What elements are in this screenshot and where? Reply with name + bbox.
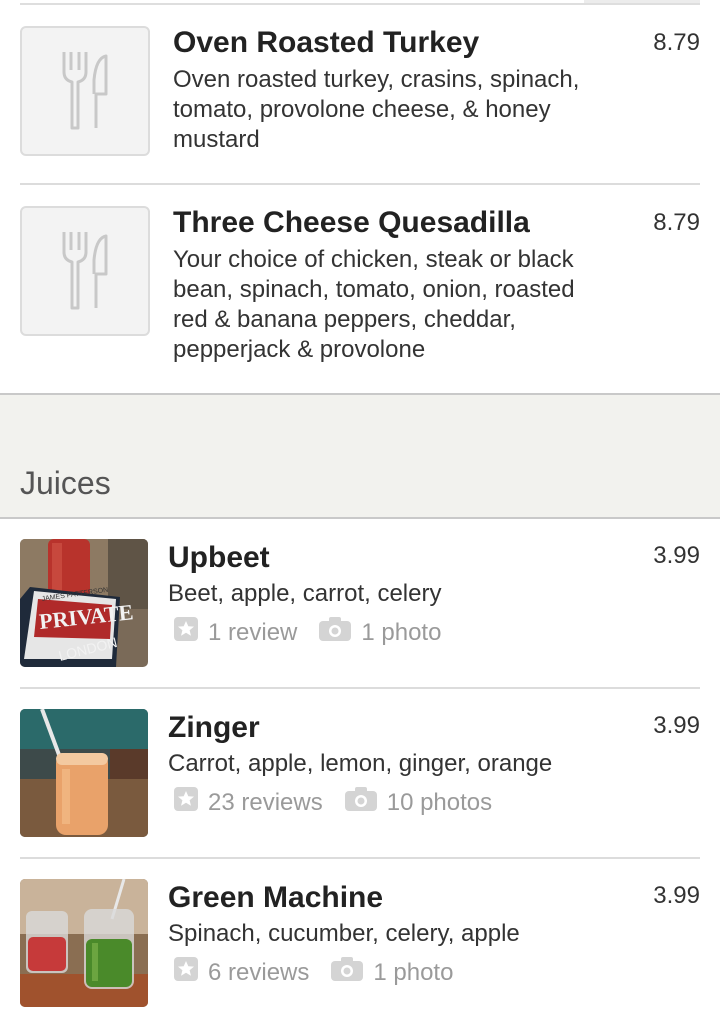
- upbeet-photo-image: JAMES PATTERSON PRIVATE LONDON: [20, 539, 148, 667]
- item-name: Upbeet: [168, 541, 270, 574]
- menu-item-oven-roasted-turkey[interactable]: Oven Roasted Turkey 8.79 Oven roasted tu…: [0, 0, 720, 185]
- photo-count[interactable]: 1 photo: [373, 959, 453, 987]
- description-line: tomato, provolone cheese, & honey: [173, 96, 551, 123]
- description-line: red & banana peppers, cheddar,: [173, 306, 516, 333]
- description-line: Your choice of chicken, steak or black: [173, 246, 574, 273]
- item-name: Zinger: [168, 711, 260, 744]
- item-thumbnail-placeholder: [20, 206, 150, 336]
- review-count[interactable]: 23 reviews: [208, 789, 323, 817]
- item-meta: 1 review 1 photo: [174, 617, 441, 648]
- camera-icon: [319, 617, 352, 648]
- photo-count[interactable]: 1 photo: [361, 619, 441, 647]
- star-icon: [174, 957, 198, 988]
- menu-item-zinger[interactable]: Zinger 3.99 Carrot, apple, lemon, ginger…: [0, 689, 720, 857]
- item-price: 8.79: [653, 209, 700, 236]
- description-line: bean, spinach, tomato, onion, roasted: [173, 276, 575, 303]
- item-thumbnail-placeholder: [20, 26, 150, 156]
- item-price: 3.99: [653, 542, 700, 569]
- item-photo[interactable]: [20, 709, 148, 837]
- item-name: Three Cheese Quesadilla: [173, 206, 530, 239]
- menu-item-green-machine[interactable]: Green Machine 3.99 Spinach, cucumber, ce…: [0, 859, 720, 1014]
- description-line: mustard: [173, 126, 260, 153]
- menu-item-upbeet[interactable]: JAMES PATTERSON PRIVATE LONDON Upbeet 3.…: [0, 519, 720, 687]
- description-line: Oven roasted turkey, crasins, spinach,: [173, 66, 580, 93]
- review-count[interactable]: 1 review: [208, 619, 297, 647]
- description-line: pepperjack & provolone: [173, 336, 426, 363]
- item-meta: 23 reviews 10 photos: [174, 787, 492, 818]
- review-count[interactable]: 6 reviews: [208, 959, 309, 987]
- star-icon: [174, 787, 198, 818]
- item-price: 8.79: [653, 29, 700, 56]
- fork-knife-icon: [62, 232, 108, 310]
- camera-icon: [331, 957, 364, 988]
- menu-item-three-cheese-quesadilla[interactable]: Three Cheese Quesadilla 8.79 Your choice…: [0, 185, 720, 393]
- item-description: Beet, apple, carrot, celery: [168, 580, 442, 607]
- item-description: Oven roasted turkey, crasins, spinach, t…: [173, 65, 633, 155]
- item-price: 3.99: [653, 882, 700, 909]
- star-icon: [174, 617, 198, 648]
- section-title: Juices: [20, 465, 111, 501]
- item-description: Carrot, apple, lemon, ginger, orange: [168, 750, 553, 777]
- item-description: Your choice of chicken, steak or black b…: [173, 245, 643, 365]
- camera-icon: [344, 787, 377, 818]
- item-meta: 6 reviews 1 photo: [174, 957, 453, 988]
- item-price: 3.99: [653, 712, 700, 739]
- green-machine-photo-image: [20, 879, 148, 1007]
- item-description: Spinach, cucumber, celery, apple: [168, 920, 520, 947]
- item-name: Oven Roasted Turkey: [173, 26, 480, 59]
- photo-count[interactable]: 10 photos: [387, 789, 492, 817]
- zinger-photo-image: [20, 709, 148, 837]
- item-name: Green Machine: [168, 881, 384, 914]
- fork-knife-icon: [62, 52, 108, 130]
- item-photo[interactable]: [20, 879, 148, 1007]
- item-photo[interactable]: JAMES PATTERSON PRIVATE LONDON: [20, 539, 148, 667]
